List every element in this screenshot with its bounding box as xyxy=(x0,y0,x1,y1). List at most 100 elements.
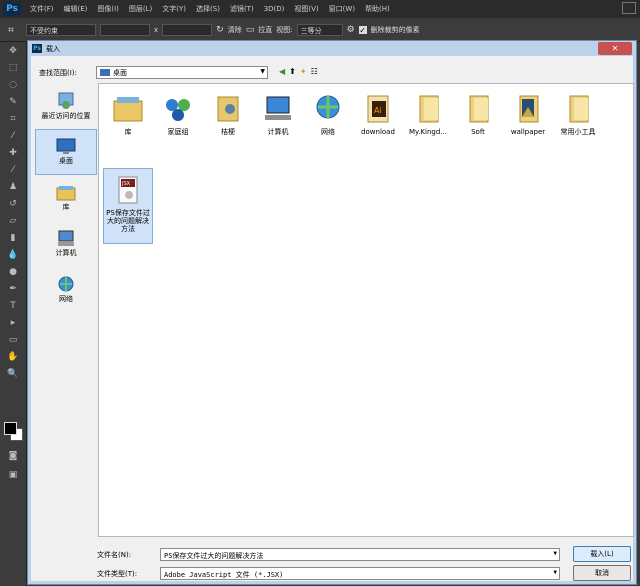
filetype-value: Adobe JavaScript 文件 (*.JSX) xyxy=(164,571,284,579)
file-label: PS保存文件过大的问题解决方法 xyxy=(106,209,150,233)
history-brush-tool-icon[interactable]: ↺ xyxy=(0,195,26,212)
file-label: download xyxy=(361,128,395,136)
new-folder-icon[interactable]: ✦ xyxy=(300,67,307,76)
file-item-download[interactable]: Ai download xyxy=(353,88,403,156)
filename-value: PS保存文件过大的问题解决方法 xyxy=(164,552,264,560)
file-item-libraries[interactable]: 库 xyxy=(103,88,153,156)
file-label: 网络 xyxy=(321,128,335,136)
window-control-button[interactable] xyxy=(622,2,636,14)
height-input[interactable] xyxy=(162,24,213,36)
file-item-tools[interactable]: 常用小工具 xyxy=(553,88,603,156)
blur-tool-icon[interactable]: 💧 xyxy=(0,246,26,263)
look-in-row: 查找范围(I): 桌面 ▼ ◀ ⬆ ✦ ☷ xyxy=(31,65,633,81)
healing-tool-icon[interactable]: ✚ xyxy=(0,144,26,161)
computer-icon xyxy=(58,230,74,246)
swap-dimensions-icon[interactable]: x xyxy=(154,26,158,34)
quick-select-tool-icon[interactable]: ✎ xyxy=(0,93,26,110)
menu-view[interactable]: 视图(V) xyxy=(289,4,323,14)
crop-tool-icon[interactable]: ⌗ xyxy=(0,110,26,127)
recent-places-icon xyxy=(58,92,74,109)
menu-3d[interactable]: 3D(D) xyxy=(259,5,290,13)
up-folder-icon[interactable]: ⬆ xyxy=(289,67,296,76)
clear-button[interactable]: 清除 xyxy=(228,25,242,35)
file-item-soft[interactable]: Soft xyxy=(453,88,503,156)
file-label: wallpaper xyxy=(510,128,546,136)
image-folder-icon xyxy=(519,95,539,123)
options-bar: ⌗ 不受约束 x ↻ 清除 ▭ 拉直 视图: 三等分 ⚙ ✓ 删除裁剪的像素 xyxy=(0,19,640,42)
move-tool-icon[interactable]: ✥ xyxy=(0,42,26,59)
gear-icon[interactable]: ⚙ xyxy=(347,25,355,35)
view-select[interactable]: 三等分 xyxy=(296,24,343,36)
place-recent[interactable]: 最近访问的位置 xyxy=(35,83,97,129)
menu-image[interactable]: 图像(I) xyxy=(92,4,124,14)
back-icon[interactable]: ◀ xyxy=(279,67,285,76)
foreground-color-swatch[interactable] xyxy=(4,422,17,435)
width-input[interactable] xyxy=(100,24,150,36)
brush-tool-icon[interactable]: ⁄ xyxy=(0,161,26,178)
ratio-select[interactable]: 不受约束 xyxy=(26,24,96,36)
photoshop-logo: Ps xyxy=(3,2,21,16)
file-label: 常用小工具 xyxy=(560,128,596,136)
user-folder-icon xyxy=(217,96,239,122)
file-item-computer[interactable]: 计算机 xyxy=(253,88,303,156)
chevron-down-icon[interactable]: ▼ xyxy=(553,569,557,576)
marquee-tool-icon[interactable]: ⬚ xyxy=(0,59,26,76)
menu-edit[interactable]: 编辑(E) xyxy=(59,4,93,14)
view-menu-icon[interactable]: ☷ xyxy=(311,67,318,76)
menu-filter[interactable]: 滤镜(T) xyxy=(225,4,259,14)
type-tool-icon[interactable]: T xyxy=(0,297,26,314)
straighten-icon[interactable]: ▭ xyxy=(246,25,255,35)
quick-mask-icon[interactable]: ◙ xyxy=(0,447,26,464)
chevron-down-icon[interactable]: ▼ xyxy=(553,550,557,557)
shape-tool-icon[interactable]: ▭ xyxy=(0,331,26,348)
file-item-jsx-script[interactable]: JSX PS保存文件过大的问题解决方法 xyxy=(103,168,153,244)
place-network[interactable]: 网络 xyxy=(35,267,97,313)
desktop-icon xyxy=(56,138,76,154)
filetype-row: 文件类型(T): Adobe JavaScript 文件 (*.JSX) ▼ 取… xyxy=(31,565,633,581)
menu-file[interactable]: 文件(F) xyxy=(25,4,59,14)
menu-select[interactable]: 选择(S) xyxy=(191,4,225,14)
view-label: 视图: xyxy=(276,26,293,34)
eyedropper-tool-icon[interactable]: ⁄ xyxy=(0,127,26,144)
load-button[interactable]: 载入(L) xyxy=(573,546,631,562)
load-dialog: Ps 载入 ✕ 查找范围(I): 桌面 ▼ ◀ ⬆ ✦ ☷ 最近访问的位置 桌面… xyxy=(27,40,637,585)
computer-icon xyxy=(265,96,291,120)
place-computer[interactable]: 计算机 xyxy=(35,221,97,267)
eraser-tool-icon[interactable]: ▱ xyxy=(0,212,26,229)
close-button[interactable]: ✕ xyxy=(598,42,632,55)
path-select-tool-icon[interactable]: ▸ xyxy=(0,314,26,331)
place-libraries[interactable]: 库 xyxy=(35,175,97,221)
filename-input[interactable]: PS保存文件过大的问题解决方法 ▼ xyxy=(160,548,560,561)
hand-tool-icon[interactable]: ✋ xyxy=(0,348,26,365)
look-in-value: 桌面 xyxy=(113,68,127,77)
crop-tool-icon[interactable]: ⌗ xyxy=(0,25,22,36)
pen-tool-icon[interactable]: ✒ xyxy=(0,280,26,297)
delete-pixels-checkbox[interactable]: ✓ xyxy=(358,26,367,35)
place-libraries-label: 库 xyxy=(62,203,70,211)
menu-window[interactable]: 窗口(W) xyxy=(324,4,360,14)
menu-layer[interactable]: 图层(L) xyxy=(124,4,157,14)
menu-help[interactable]: 帮助(H) xyxy=(360,4,395,14)
stamp-tool-icon[interactable]: ♟ xyxy=(0,178,26,195)
place-computer-label: 计算机 xyxy=(55,249,77,257)
photoshop-logo: Ps xyxy=(32,44,42,53)
file-item-mykingdom[interactable]: My.Kingd... xyxy=(403,88,453,156)
filename-row: 文件名(N): PS保存文件过大的问题解决方法 ▼ 载入(L) xyxy=(31,546,633,562)
file-label: Soft xyxy=(471,128,485,136)
look-in-select[interactable]: 桌面 ▼ xyxy=(96,66,268,79)
menu-type[interactable]: 文字(Y) xyxy=(157,4,191,14)
tools-panel: ✥ ⬚ ◌ ✎ ⌗ ⁄ ✚ ⁄ ♟ ↺ ▱ ▮ 💧 ● ✒ T ▸ ▭ ✋ 🔍 … xyxy=(0,42,27,586)
zoom-tool-icon[interactable]: 🔍 xyxy=(0,365,26,382)
filetype-select[interactable]: Adobe JavaScript 文件 (*.JSX) ▼ xyxy=(160,567,560,580)
rotate-icon[interactable]: ↻ xyxy=(216,25,224,35)
screen-mode-icon[interactable]: ▣ xyxy=(0,466,26,483)
file-item-network[interactable]: 网络 xyxy=(303,88,353,156)
cancel-button[interactable]: 取消 xyxy=(573,565,631,581)
file-item-wallpaper[interactable]: wallpaper xyxy=(503,88,553,156)
place-desktop[interactable]: 桌面 xyxy=(35,129,97,175)
lasso-tool-icon[interactable]: ◌ xyxy=(0,76,26,93)
file-item-homegroup[interactable]: 家庭组 xyxy=(153,88,203,156)
gradient-tool-icon[interactable]: ▮ xyxy=(0,229,26,246)
dodge-tool-icon[interactable]: ● xyxy=(0,263,26,280)
file-item-user-folder[interactable]: 桔梗 xyxy=(203,88,253,156)
